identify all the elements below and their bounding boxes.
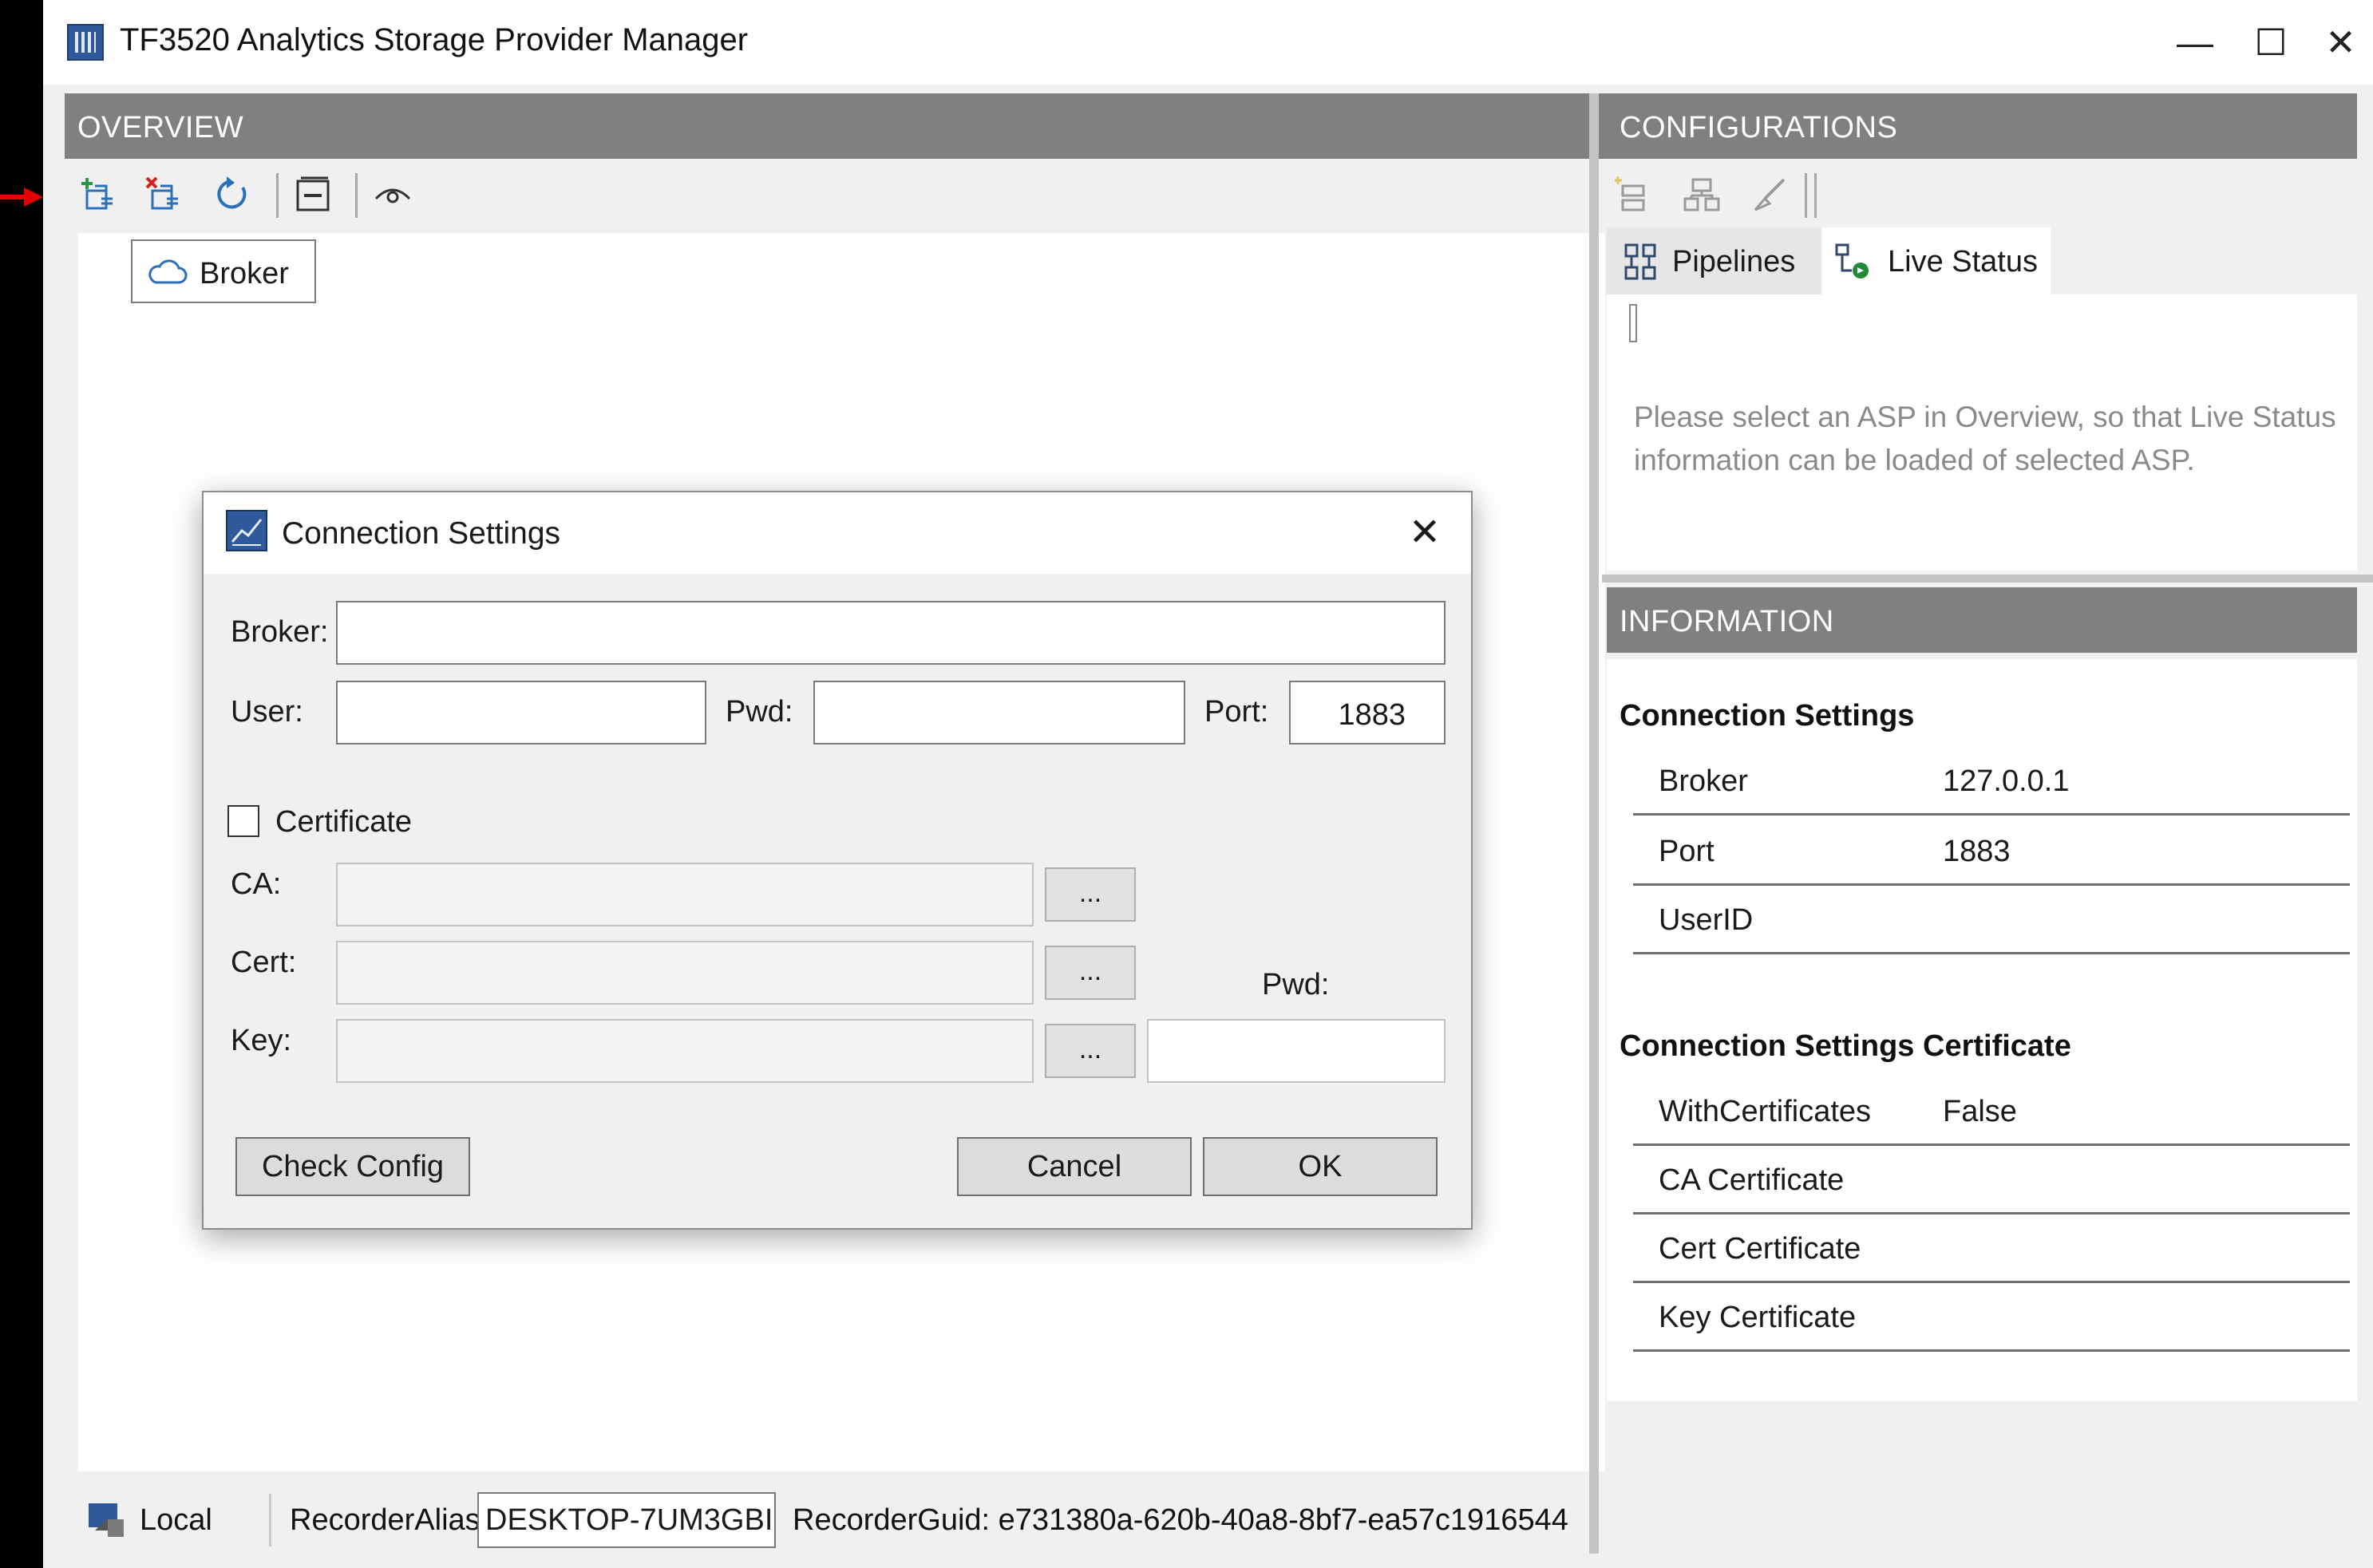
tree-item-broker[interactable]: Broker — [131, 239, 316, 303]
tab-live-status-label: Live Status — [1888, 245, 2038, 278]
title-bar: TF3520 Analytics Storage Provider Manage… — [43, 0, 2373, 85]
configurations-title: CONFIGURATIONS — [1620, 111, 1898, 144]
cert-label: Cert: — [231, 946, 297, 979]
maximize-button[interactable]: ☐ — [2233, 14, 2309, 70]
user-label: User: — [231, 695, 303, 729]
overview-toolbar — [65, 164, 1625, 227]
key-pwd-label: Pwd: — [1262, 968, 1330, 1001]
view-icon[interactable] — [373, 175, 413, 215]
mode-label: Local — [140, 1503, 212, 1537]
tab-pipelines-label: Pipelines — [1672, 245, 1796, 278]
app-icon — [67, 24, 104, 61]
toolbar-separator — [355, 173, 358, 218]
info-row-port: Port 1883 — [1633, 817, 2350, 886]
recorder-guid: RecorderGuid: e731380a-620b-40a8-8bf7-ea… — [793, 1503, 1568, 1537]
pwd-label: Pwd: — [726, 695, 793, 729]
status-bar: Local RecorderAlias: DESKTOP-7UM3GBI Rec… — [65, 1476, 1625, 1564]
toolbar-separator — [1805, 173, 1807, 218]
ca-label: CA: — [231, 867, 282, 901]
ok-button[interactable]: OK — [1203, 1137, 1438, 1196]
certificate-settings-title: Connection Settings Certificate — [1620, 1029, 2071, 1063]
local-recorder-icon — [89, 1503, 124, 1537]
tree-item-label: Broker — [200, 257, 289, 290]
port-field[interactable]: 1883 — [1289, 681, 1446, 745]
minimize-button[interactable]: — — [2157, 14, 2233, 70]
clean-icon[interactable] — [1749, 175, 1789, 215]
status-separator — [269, 1494, 271, 1546]
recorder-alias-field[interactable]: DESKTOP-7UM3GBI — [477, 1492, 776, 1548]
information-title: INFORMATION — [1620, 605, 1834, 638]
key-label: Key: — [231, 1024, 292, 1057]
info-key: UserID — [1659, 903, 1754, 937]
add-pipeline-icon[interactable] — [1615, 175, 1655, 215]
toolbar-separator — [1814, 173, 1817, 218]
recorder-alias-value: DESKTOP-7UM3GBI — [485, 1503, 773, 1537]
info-key: WithCertificates — [1659, 1095, 1872, 1128]
cert-file-field[interactable] — [336, 941, 1034, 1005]
broker-label: Broker: — [231, 615, 329, 649]
dialog-title-bar: Connection Settings ✕ — [204, 492, 1471, 574]
cert-browse-button[interactable]: ... — [1045, 946, 1136, 1000]
dialog-close-button[interactable]: ✕ — [1393, 505, 1457, 561]
vertical-splitter[interactable] — [1589, 93, 1599, 1554]
info-value: 127.0.0.1 — [1943, 764, 2070, 798]
info-key: CA Certificate — [1659, 1163, 1845, 1197]
info-key: Cert Certificate — [1659, 1232, 1861, 1266]
certificate-label: Certificate — [275, 805, 413, 839]
information-header: INFORMATION — [1607, 587, 2357, 653]
ca-file-field[interactable] — [336, 863, 1034, 926]
cancel-button[interactable]: Cancel — [957, 1137, 1192, 1196]
port-label: Port: — [1204, 695, 1269, 729]
live-status-icon — [1835, 243, 1869, 278]
tab-live-status[interactable]: Live Status — [1822, 227, 2051, 294]
info-key: Broker — [1659, 764, 1748, 798]
password-field[interactable] — [813, 681, 1185, 745]
info-row-ca-certificate: CA Certificate — [1633, 1146, 2350, 1215]
cloud-icon — [148, 259, 188, 284]
key-browse-button[interactable]: ... — [1045, 1024, 1136, 1078]
configurations-toolbar — [1607, 164, 2357, 224]
info-row-withcertificates: WithCertificates False — [1633, 1077, 2350, 1146]
key-password-field[interactable] — [1147, 1019, 1446, 1083]
info-row-broker: Broker 127.0.0.1 — [1633, 747, 2350, 816]
connection-settings-title: Connection Settings — [1620, 699, 1915, 733]
info-key: Port — [1659, 835, 1714, 868]
remove-broker-icon[interactable] — [144, 175, 184, 215]
key-file-field[interactable] — [336, 1019, 1034, 1083]
overview-title: OVERVIEW — [77, 111, 244, 144]
configurations-header: CONFIGURATIONS — [1607, 93, 2357, 159]
broker-field[interactable] — [336, 601, 1446, 665]
info-row-userid: UserID — [1633, 886, 2350, 954]
certificate-checkbox[interactable] — [227, 805, 259, 837]
overview-header: OVERVIEW — [65, 93, 1625, 159]
recorder-alias-label: RecorderAlias: — [290, 1503, 489, 1537]
horizontal-splitter[interactable] — [1602, 575, 2373, 583]
tab-pipelines[interactable]: Pipelines — [1607, 227, 1821, 294]
ca-browse-button[interactable]: ... — [1045, 867, 1136, 922]
info-row-cert-certificate: Cert Certificate — [1633, 1215, 2350, 1283]
info-key: Key Certificate — [1659, 1301, 1857, 1334]
info-row-key-certificate: Key Certificate — [1633, 1283, 2350, 1352]
chart-app-icon — [226, 510, 267, 551]
live-status-message: Please select an ASP in Overview, so tha… — [1634, 401, 2336, 476]
pipelines-icon — [1624, 243, 1656, 280]
info-value: False — [1943, 1095, 2017, 1128]
port-value: 1883 — [1338, 698, 1406, 732]
dialog-title: Connection Settings — [282, 516, 561, 551]
check-config-button[interactable]: Check Config — [235, 1137, 470, 1196]
add-broker-icon[interactable] — [79, 175, 119, 215]
connection-settings-dialog: Connection Settings ✕ Broker: User: Pwd:… — [202, 491, 1473, 1230]
configurations-tabs: Pipelines Live Status — [1607, 227, 2357, 294]
toolbar-separator — [276, 173, 279, 218]
close-window-button[interactable]: ✕ — [2308, 14, 2373, 70]
pipeline-settings-icon[interactable] — [1682, 175, 1722, 215]
collapse-icon[interactable] — [293, 175, 333, 215]
refresh-icon[interactable] — [212, 175, 252, 215]
info-value: 1883 — [1943, 835, 2011, 868]
annotation-arrow-icon — [0, 188, 43, 207]
user-field[interactable] — [336, 681, 706, 745]
live-status-scrollbar[interactable] — [1629, 304, 1637, 342]
window-title: TF3520 Analytics Storage Provider Manage… — [120, 22, 749, 57]
